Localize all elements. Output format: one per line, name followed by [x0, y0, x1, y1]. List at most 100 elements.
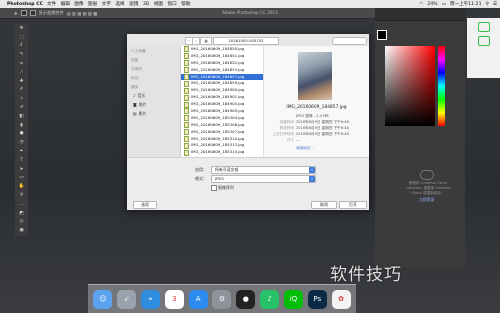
file-row[interactable]: IMG_20160609_184900.jpg [181, 87, 263, 94]
align-icons[interactable]: ▤ ▥ ▦ ▧ ▨ ▩ [67, 11, 97, 16]
eraser-icon[interactable]: ◧ [15, 112, 28, 121]
cc-login-link[interactable]: 立即登录 [419, 197, 434, 203]
more-tools-icon[interactable]: … [15, 200, 28, 209]
quick-mask-icon[interactable]: ◎ [15, 218, 28, 227]
image-sequence-checkbox[interactable] [211, 185, 217, 191]
file-row[interactable]: IMG_20160609_184850.jpg [181, 46, 263, 53]
foreground-color-swatch[interactable] [377, 30, 387, 40]
menu-type[interactable]: 文字 [102, 1, 111, 7]
search-icon[interactable]: ⚲ [486, 2, 489, 7]
screen-mode-icon[interactable]: ▣ [15, 226, 28, 235]
type-tool-icon[interactable]: T [15, 156, 28, 165]
enable-select[interactable]: 所有可读文档 ⇕ [211, 166, 316, 174]
hue-slider[interactable] [438, 46, 445, 126]
crop-tool-icon[interactable]: ⌗ [15, 59, 28, 68]
show-transform-checkbox[interactable] [29, 10, 36, 16]
list-icon[interactable]: ☰ [493, 2, 497, 7]
menu-image[interactable]: 图像 [74, 1, 83, 7]
wifi-icon[interactable]: ◠ [419, 2, 423, 7]
calendar-icon[interactable]: 3 [164, 289, 184, 309]
file-list[interactable]: IMG_20160609_184850.jpg IMG_20160609_1848… [181, 46, 264, 157]
brush-tool-icon[interactable]: ✐ [15, 86, 28, 95]
battery-level[interactable]: 24% [427, 2, 437, 7]
music-note-icon[interactable]: ♪ [260, 289, 280, 309]
options-button[interactable]: 选项 [133, 201, 157, 209]
file-row[interactable]: IMG_20160609_185310.jpg [181, 136, 263, 143]
sidebar-item-movies[interactable]: ▤ 影片 [127, 109, 180, 118]
menu-3d[interactable]: 3D [143, 2, 149, 7]
menu-edit[interactable]: 编辑 [61, 1, 70, 7]
finder-icon[interactable]: ☺ [93, 289, 113, 309]
menu-filter[interactable]: 滤镜 [129, 1, 138, 7]
move-tool-icon[interactable]: ✥ [15, 24, 28, 33]
file-row[interactable]: IMG_20160609_185306.jpg [181, 122, 263, 129]
menu-select[interactable]: 选择 [115, 1, 124, 7]
quick-select-icon[interactable]: ✎ [15, 50, 28, 59]
file-row[interactable]: IMG_20160609_184851.jpg [181, 53, 263, 60]
auto-select-checkbox[interactable] [20, 10, 27, 16]
chat-bubble-icon[interactable] [477, 22, 490, 32]
wechat-widget[interactable] [467, 18, 500, 78]
panel-header [375, 8, 465, 21]
clock[interactable]: 周一上午11:21 [450, 1, 482, 7]
forward-button[interactable]: › [192, 37, 200, 45]
move-tool-icon[interactable]: ✥ [14, 11, 18, 16]
rocket-icon[interactable]: ➶ [117, 289, 137, 309]
marquee-tool-icon[interactable]: ⬚ [15, 33, 28, 42]
file-row[interactable]: IMG_20160609_184857.jpg [181, 73, 263, 81]
menu-layer[interactable]: 图层 [88, 1, 97, 7]
sidebar-item-photos[interactable]: ◙ 照片 [127, 100, 180, 109]
battery-icon[interactable]: ▭ [442, 2, 446, 7]
open-button[interactable]: 打开 [339, 201, 367, 209]
menu-file[interactable]: 文件 [47, 1, 56, 7]
app-name[interactable]: Photoshop CC [7, 2, 43, 7]
penguin-icon[interactable]: ● [236, 289, 256, 309]
file-row[interactable]: IMG_20160609_184901.jpg [181, 94, 263, 101]
file-row[interactable]: IMG_20160609_185304.jpg [181, 115, 263, 122]
add-tags-link[interactable]: 添加标记... [296, 146, 314, 151]
file-row[interactable]: IMG_20160609_184905.jpg [181, 108, 263, 115]
view-mode-icon[interactable]: ▦ [200, 37, 212, 45]
eyedropper-icon[interactable]: ⁄ [15, 68, 28, 77]
dodge-tool-icon[interactable]: ◔ [15, 138, 28, 147]
history-brush-icon[interactable]: ↺ [15, 103, 28, 112]
app-store-icon[interactable]: A [188, 289, 208, 309]
hand-tool-icon[interactable]: ✋ [15, 182, 28, 191]
photoshop-icon[interactable]: Ps [307, 289, 327, 309]
healing-brush-icon[interactable]: ✚ [15, 77, 28, 86]
blur-tool-icon[interactable]: ● [15, 130, 28, 139]
format-select[interactable]: JPEG ⇕ [211, 175, 316, 183]
file-row[interactable]: IMG_20160609_184852.jpg [181, 60, 263, 67]
gradient-tool-icon[interactable]: ▮ [15, 121, 28, 130]
lasso-tool-icon[interactable]: ℓ [15, 42, 28, 51]
iqiyi-icon[interactable]: iQ [283, 289, 303, 309]
file-row[interactable]: IMG_20160609_184859.jpg [181, 80, 263, 87]
menu-bar: Photoshop CC 文件 编辑 图像 图层 文字 选择 滤镜 3D 视图 … [0, 0, 500, 8]
menu-view[interactable]: 视图 [154, 1, 163, 7]
show-transform-label: 显示变换控件 [38, 10, 64, 15]
clone-stamp-icon[interactable]: ⊥ [15, 94, 28, 103]
zoom-tool-icon[interactable]: ⚲ [15, 191, 28, 200]
dock: ☺ ➶ ⌖ 3 A ⚙ ● ♪ iQ Ps ✿ [88, 284, 356, 313]
sidebar-item-music[interactable]: ♪ 音乐 [127, 91, 180, 100]
message-icon[interactable] [477, 36, 490, 46]
file-row[interactable]: IMG_20160609_184853.jpg [181, 67, 263, 74]
file-row[interactable]: IMG_20160609_185315.jpg [181, 149, 263, 156]
menu-window[interactable]: 窗口 [168, 1, 177, 7]
cancel-button[interactable]: 取消 [311, 201, 337, 209]
gear-icon[interactable]: ⚙ [212, 289, 232, 309]
pen-tool-icon[interactable]: ✒ [15, 147, 28, 156]
path-select-icon[interactable]: ➤ [15, 165, 28, 174]
file-row[interactable]: IMG_20160609_185307.jpg [181, 129, 263, 136]
shape-tool-icon[interactable]: ▭ [15, 174, 28, 183]
file-row[interactable]: IMG_20160609_185313.jpg [181, 142, 263, 149]
color-swatch-icon[interactable]: ◩ [15, 209, 28, 218]
menu-help[interactable]: 帮助 [181, 1, 190, 7]
safari-compass-icon[interactable]: ⌖ [141, 289, 161, 309]
photos-pinwheel-icon[interactable]: ✿ [331, 289, 351, 309]
file-row[interactable]: IMG_20160609_184904.jpg [181, 101, 263, 108]
meta-row: 修改时间 2016年6月9日 星期四 下午6:48 [279, 126, 349, 130]
folder-popup[interactable]: 20161003-005702 [213, 37, 279, 45]
color-picker-field[interactable] [385, 46, 435, 126]
search-field[interactable] [332, 37, 367, 45]
